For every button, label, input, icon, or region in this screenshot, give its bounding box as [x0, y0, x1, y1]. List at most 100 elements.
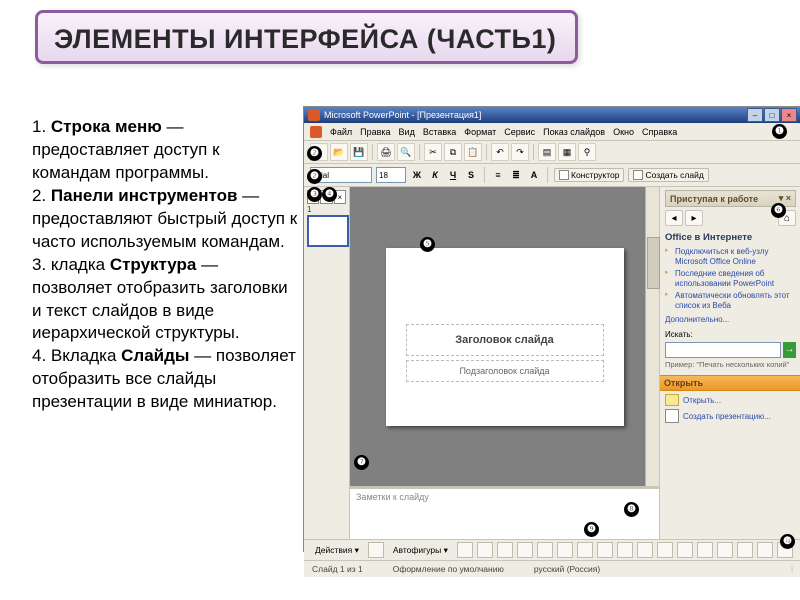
- separator: [372, 144, 373, 160]
- callout-badge-3: ❸: [307, 187, 322, 202]
- oval-icon[interactable]: [517, 542, 533, 558]
- search-go-button[interactable]: →: [783, 342, 796, 358]
- increase-font-icon[interactable]: A: [527, 168, 541, 182]
- clipart-icon[interactable]: [597, 542, 613, 558]
- callout-badge-10: ❿: [780, 534, 795, 549]
- italic-button[interactable]: К: [428, 168, 442, 182]
- para-4: 4. Вкладка Слайды — позволяет отобразить…: [32, 345, 298, 414]
- line-icon[interactable]: [457, 542, 473, 558]
- formatting-toolbar: Arial 18 Ж К Ч S ≡ ≣ A Конструктор Созда…: [304, 164, 800, 187]
- shadow-icon[interactable]: [757, 542, 773, 558]
- bold-button[interactable]: Ж: [410, 168, 424, 182]
- link-more[interactable]: Дополнительно...: [665, 315, 796, 324]
- slide-thumbnail[interactable]: [307, 215, 349, 247]
- slide-canvas[interactable]: Заголовок слайда Подзаголовок слайда: [386, 248, 624, 426]
- cut-icon[interactable]: ✂: [424, 143, 442, 161]
- open-icon[interactable]: 📂: [330, 143, 348, 161]
- status-corner: ⫶: [791, 564, 793, 575]
- link-latest-news[interactable]: Последние сведения об использовании Powe…: [665, 269, 796, 288]
- designer-button[interactable]: Конструктор: [554, 168, 624, 182]
- copy-icon[interactable]: ⧉: [444, 143, 462, 161]
- line-style-icon[interactable]: [697, 542, 713, 558]
- size-selector[interactable]: 18: [376, 167, 406, 183]
- menu-view[interactable]: Вид: [399, 127, 415, 137]
- callout-badge-2: ❷: [307, 146, 322, 161]
- menu-file[interactable]: Файл: [330, 127, 352, 137]
- search-label: Искать:: [665, 330, 796, 339]
- slide-icon: [633, 170, 643, 180]
- align-left-icon[interactable]: ≡: [491, 168, 505, 182]
- search-row: →: [665, 342, 796, 358]
- rectangle-icon[interactable]: [497, 542, 513, 558]
- notes-pane[interactable]: Заметки к слайду: [350, 486, 659, 539]
- textbox-icon[interactable]: [537, 542, 553, 558]
- link-auto-update[interactable]: Автоматически обновлять этот список из В…: [665, 291, 796, 310]
- save-icon[interactable]: 💾: [350, 143, 368, 161]
- open-section-header: Открыть: [660, 375, 800, 391]
- shadow-button[interactable]: S: [464, 168, 478, 182]
- autoshapes-menu[interactable]: Автофигуры ▾: [388, 543, 453, 558]
- slide-title: ЭЛЕМЕНТЫ ИНТЕРФЕЙСА (ЧАСТЬ1): [54, 23, 559, 55]
- menu-help[interactable]: Справка: [642, 127, 677, 137]
- create-presentation-link[interactable]: Создать презентацию...: [665, 409, 796, 423]
- vertical-scrollbar[interactable]: [645, 187, 659, 486]
- new-slide-button[interactable]: Создать слайд: [628, 168, 708, 182]
- slides-panel: ▫ ≡ × 1: [304, 187, 350, 539]
- actions-menu[interactable]: Действия ▾: [310, 543, 364, 558]
- picture-icon[interactable]: [617, 542, 633, 558]
- callout-badge-2b: ❷: [307, 169, 322, 184]
- print-icon[interactable]: 🖨: [377, 143, 395, 161]
- select-tool-icon[interactable]: [368, 542, 384, 558]
- wordart-icon[interactable]: [557, 542, 573, 558]
- line-color-icon[interactable]: [657, 542, 673, 558]
- underline-button[interactable]: Ч: [446, 168, 460, 182]
- preview-icon[interactable]: 🔍: [397, 143, 415, 161]
- link-office-online[interactable]: Подключиться к веб-узлу Microsoft Office…: [665, 247, 796, 266]
- chart-icon[interactable]: ▤: [538, 143, 556, 161]
- separator: [547, 167, 548, 183]
- menu-tools[interactable]: Сервис: [504, 127, 535, 137]
- arrow-style-icon[interactable]: [737, 542, 753, 558]
- font-color-icon[interactable]: [677, 542, 693, 558]
- table-icon[interactable]: ▦: [558, 143, 576, 161]
- open-file-link[interactable]: Открыть...: [665, 394, 796, 406]
- undo-icon[interactable]: ↶: [491, 143, 509, 161]
- t: Структура: [110, 255, 197, 274]
- paste-icon[interactable]: 📋: [464, 143, 482, 161]
- maximize-button[interactable]: □: [764, 108, 780, 122]
- separator: [419, 144, 420, 160]
- t: Слайды: [121, 346, 189, 365]
- forward-icon[interactable]: ▸: [685, 210, 703, 226]
- standard-toolbar: ▫ 📂 💾 🖨 🔍 ✂ ⧉ 📋 ↶ ↷ ▤ ▦ ⚲: [304, 141, 800, 164]
- subtitle-placeholder[interactable]: Подзаголовок слайда: [406, 360, 604, 382]
- t: Строка меню: [51, 117, 162, 136]
- scroll-thumb[interactable]: [647, 237, 660, 289]
- zoom-icon[interactable]: ⚲: [578, 143, 596, 161]
- title-placeholder[interactable]: Заголовок слайда: [406, 324, 604, 356]
- close-button[interactable]: ×: [781, 108, 797, 122]
- menu-edit[interactable]: Правка: [360, 127, 390, 137]
- separator: [484, 167, 485, 183]
- arrow-icon[interactable]: [477, 542, 493, 558]
- para-2: 2. Панели инструментов — предоставляют б…: [32, 185, 298, 254]
- back-icon[interactable]: ◂: [665, 210, 683, 226]
- redo-icon[interactable]: ↷: [511, 143, 529, 161]
- task-pane-title: Приступая к работе: [670, 194, 758, 204]
- app-icon: [310, 126, 322, 138]
- separator: [533, 144, 534, 160]
- t: 3. кладка: [32, 255, 110, 274]
- menu-insert[interactable]: Вставка: [423, 127, 456, 137]
- menu-format[interactable]: Формат: [464, 127, 496, 137]
- label: Создать слайд: [645, 170, 703, 180]
- search-input[interactable]: [665, 342, 781, 358]
- t: 1.: [32, 117, 51, 136]
- app-logo-icon: [308, 109, 320, 121]
- menu-slideshow[interactable]: Показ слайдов: [543, 127, 605, 137]
- minimize-button[interactable]: –: [747, 108, 763, 122]
- align-center-icon[interactable]: ≣: [509, 168, 523, 182]
- fill-color-icon[interactable]: [637, 542, 653, 558]
- dash-style-icon[interactable]: [717, 542, 733, 558]
- menu-window[interactable]: Окно: [613, 127, 634, 137]
- diagram-icon[interactable]: [577, 542, 593, 558]
- thumbnail-number: 1: [307, 205, 311, 214]
